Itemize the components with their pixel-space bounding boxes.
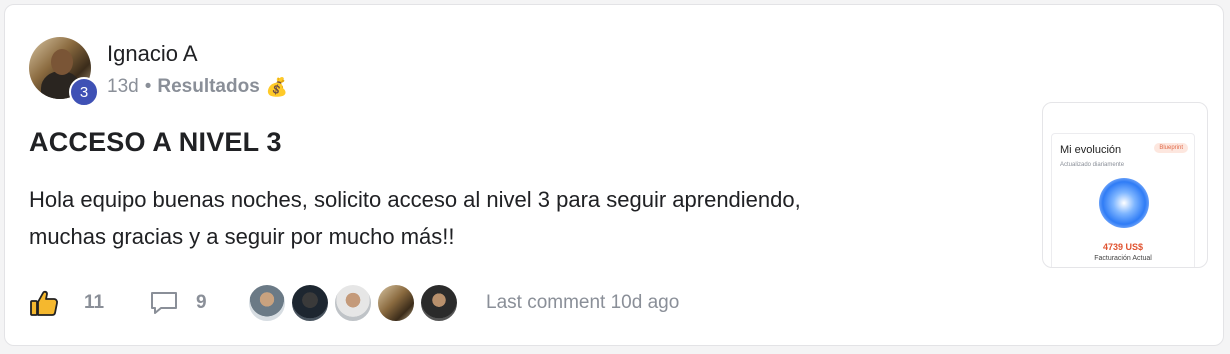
commenter-avatar[interactable] xyxy=(290,283,330,323)
commenter-avatar[interactable] xyxy=(419,283,459,323)
like-count: 11 xyxy=(84,292,105,313)
last-comment-time: Last comment 10d ago xyxy=(486,292,680,313)
author-avatar[interactable]: 3 xyxy=(29,37,99,107)
post-time: 13d xyxy=(107,76,139,97)
glow-orb-icon xyxy=(1099,178,1149,228)
commenter-avatar[interactable] xyxy=(376,283,416,323)
attachment-label: Facturación Actual xyxy=(1094,255,1152,262)
post-card[interactable]: 3 Ignacio A 13d • Resultados 💰 ACCESO A … xyxy=(4,4,1224,346)
attachment-thumbnail[interactable]: Mi evolución Blueprint Actualizado diari… xyxy=(1042,102,1208,268)
post-title[interactable]: ACCESO A NIVEL 3 xyxy=(29,127,282,158)
attachment-subtitle: Actualizado diariamente xyxy=(1060,162,1125,168)
author-name[interactable]: Ignacio A xyxy=(107,41,198,67)
level-badge: 3 xyxy=(69,77,99,107)
post-body[interactable]: Hola equipo buenas noches, solicito acce… xyxy=(29,181,989,255)
meta-separator: • xyxy=(144,76,152,97)
post-body-line: Hola equipo buenas noches, solicito acce… xyxy=(29,187,801,212)
commenter-avatar[interactable] xyxy=(333,283,373,323)
comment-count: 9 xyxy=(196,292,207,313)
post-body-line: muchas gracias y a seguir por mucho más!… xyxy=(29,224,455,249)
thumbs-up-icon[interactable] xyxy=(29,288,59,318)
comment-icon[interactable] xyxy=(149,290,179,316)
attachment-amount: 4739 US$ xyxy=(1102,242,1144,252)
commenter-avatar[interactable] xyxy=(247,283,287,323)
attachment-badge: Blueprint xyxy=(1154,143,1188,153)
attachment-preview: Mi evolución Blueprint Actualizado diari… xyxy=(1051,133,1195,267)
moneybag-icon: 💰 xyxy=(265,76,289,97)
post-meta: 13d • Resultados 💰 xyxy=(107,76,288,98)
attachment-title: Mi evolución xyxy=(1060,144,1122,156)
category-link[interactable]: Resultados xyxy=(157,76,259,98)
